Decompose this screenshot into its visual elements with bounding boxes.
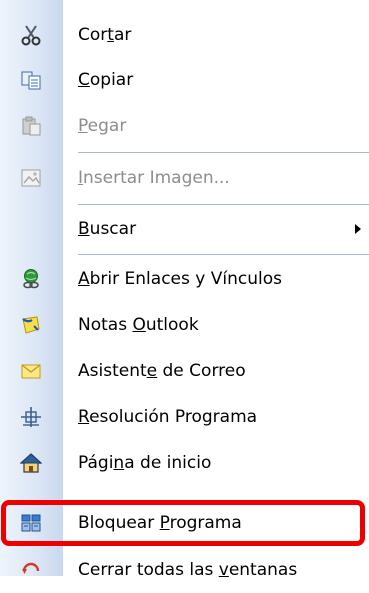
- close-windows-icon: [20, 559, 42, 581]
- context-menu: Cortar Copiar Pegar Insertar Imagen... B…: [0, 0, 369, 580]
- menu-item-asistente-correo[interactable]: Asistente de Correo: [0, 348, 369, 394]
- menu-item-label: Cerrar todas las ventanas: [78, 560, 298, 580]
- menu-item-resolucion-programa[interactable]: Resolución Programa: [0, 394, 369, 440]
- home-icon: [20, 452, 42, 474]
- menu-item-label: Copiar: [78, 70, 134, 90]
- menu-item-buscar[interactable]: Buscar: [0, 206, 369, 252]
- menu-item-notas-outlook[interactable]: Notas Outlook: [0, 302, 369, 348]
- image-icon: [20, 167, 42, 189]
- menu-item-cerrar-ventanas[interactable]: Cerrar todas las ventanas: [0, 547, 369, 593]
- scissors-icon: [20, 24, 42, 46]
- menu-item-label: Notas Outlook: [78, 315, 199, 335]
- menu-item-copiar[interactable]: Copiar: [0, 57, 369, 103]
- lock-program-icon: [20, 512, 42, 534]
- menu-separator: [78, 152, 369, 153]
- menu-item-label: Asistente de Correo: [78, 361, 246, 381]
- menu-item-label: Pegar: [78, 116, 127, 136]
- links-icon: [20, 268, 42, 290]
- menu-item-label: Bloquear Programa: [78, 513, 242, 533]
- menu-item-cortar[interactable]: Cortar: [0, 12, 369, 58]
- menu-item-pagina-inicio[interactable]: Página de inicio: [0, 440, 369, 486]
- copy-icon: [20, 69, 42, 91]
- paste-icon: [20, 115, 42, 137]
- menu-separator: [78, 204, 369, 205]
- menu-item-bloquear-programa[interactable]: Bloquear Programa: [0, 500, 369, 546]
- menu-item-label: Resolución Programa: [78, 407, 258, 427]
- submenu-arrow-icon: [355, 224, 361, 234]
- menu-item-label: Cortar: [78, 25, 132, 45]
- resolution-icon: [20, 406, 42, 428]
- menu-item-pegar[interactable]: Pegar: [0, 103, 369, 149]
- menu-item-label: Buscar: [78, 219, 137, 239]
- menu-item-insertar-imagen[interactable]: Insertar Imagen...: [0, 155, 369, 201]
- envelope-icon: [20, 360, 42, 382]
- menu-item-label: Abrir Enlaces y Vínculos: [78, 269, 282, 289]
- notes-icon: [20, 314, 42, 336]
- menu-item-label: Insertar Imagen...: [78, 168, 230, 188]
- menu-separator: [78, 254, 369, 255]
- menu-item-abrir-enlaces[interactable]: Abrir Enlaces y Vínculos: [0, 256, 369, 302]
- menu-item-label: Página de inicio: [78, 453, 212, 473]
